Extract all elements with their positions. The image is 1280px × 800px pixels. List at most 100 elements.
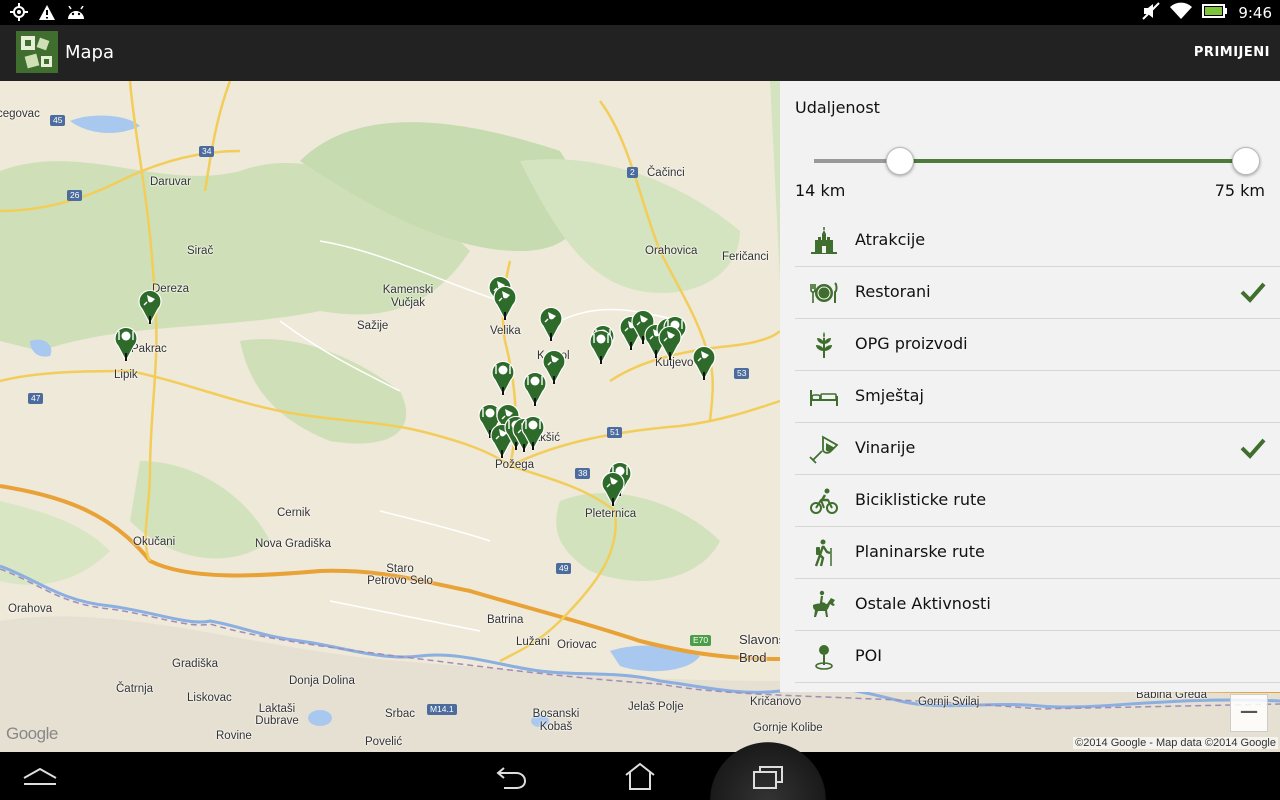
winery-map-marker[interactable]	[137, 287, 163, 325]
category-restorani[interactable]: Restorani	[795, 267, 1280, 319]
place-label: Požega	[495, 459, 535, 471]
category-label: Ostale Aktivnosti	[855, 594, 991, 613]
place-label: Povelić	[365, 736, 403, 748]
category-ostale-aktivnosti[interactable]: Ostale Aktivnosti	[795, 579, 1280, 631]
page-title: Mapa	[65, 42, 115, 63]
place-name: Bosanski Kobaš	[532, 708, 580, 733]
restaurant-map-marker[interactable]	[490, 358, 516, 396]
apply-button[interactable]: PRIMIJENI	[1194, 44, 1270, 62]
road-shield: 38	[575, 468, 591, 479]
slider-max-thumb[interactable]	[1232, 147, 1260, 175]
place-label: Lipik	[114, 369, 138, 381]
place-label: Orahovica	[645, 245, 698, 257]
road-shield: 51	[607, 427, 623, 438]
place-label: Bosanski Kobaš	[530, 708, 582, 734]
restaurant-map-marker[interactable]	[113, 324, 139, 362]
winery-map-marker[interactable]	[657, 323, 683, 361]
place-label: Kamenski Vučjak	[382, 284, 434, 310]
plate-cutlery-icon	[809, 278, 839, 308]
place-label: Orahova	[8, 603, 53, 615]
place-label: Feričanci	[722, 251, 769, 263]
place-label: Gradiška	[172, 658, 219, 670]
action-bar: Mapa PRIMIJENI	[0, 25, 1280, 81]
max-distance-value: 75 km	[1214, 181, 1265, 200]
place-label: Lužani	[516, 636, 550, 648]
place-label: Gornji Svilaj	[918, 696, 980, 708]
gps-icon	[10, 3, 28, 25]
place-label: cegovac	[0, 108, 40, 120]
category-label: POI	[855, 646, 882, 665]
place-label: Nova Gradiška	[255, 538, 332, 550]
place-label: Rovine	[216, 730, 252, 742]
place-label: Pleternica	[585, 508, 637, 520]
place-label: Čačinci	[647, 167, 685, 179]
castle-icon	[809, 226, 839, 256]
distance-range-slider[interactable]	[814, 147, 1260, 177]
category-poi[interactable]: POI	[795, 631, 1280, 683]
google-logo: Google	[6, 724, 58, 743]
category-label: Vinarije	[855, 438, 916, 457]
home-icon[interactable]	[624, 762, 656, 794]
road-shield: E70	[690, 635, 712, 646]
place-label: Sažije	[357, 320, 389, 332]
category-biciklisticke-rute[interactable]: Biciklisticke rute	[795, 475, 1280, 527]
checkmark-icon	[1240, 436, 1266, 460]
status-bar: 9:46	[0, 0, 1280, 25]
road-shield: 45	[50, 115, 66, 126]
place-label: Čatrnja	[116, 683, 154, 695]
place-label: Srbac	[385, 708, 416, 720]
place-label: Velika	[490, 325, 521, 337]
category-label: Smještaj	[855, 386, 924, 405]
plant-icon	[809, 330, 839, 360]
place-label: Liskovac	[187, 692, 232, 704]
winery-map-marker[interactable]	[600, 469, 626, 507]
place-label: Oriovac	[557, 639, 597, 651]
category-atrakcije[interactable]: Atrakcije	[795, 215, 1280, 267]
road-shield: 47	[28, 393, 44, 404]
distance-label: Udaljenost	[795, 98, 880, 117]
map-pin-icon	[809, 642, 839, 672]
place-label: Kričanovo	[750, 696, 802, 708]
slider-min-thumb[interactable]	[886, 147, 914, 175]
road-shield: M14.1	[427, 704, 457, 715]
category-label: Restorani	[855, 282, 931, 301]
category-label: Biciklisticke rute	[855, 490, 987, 509]
category-planinarske-rute[interactable]: Planinarske rute	[795, 527, 1280, 579]
category-smjestaj[interactable]: Smještaj	[795, 371, 1280, 423]
filter-panel: Udaljenost 14 km 75 km Atrakcije Restora…	[780, 81, 1280, 692]
category-opg-proizvodi[interactable]: OPG proizvodi	[795, 319, 1280, 371]
winery-map-marker[interactable]	[492, 283, 518, 321]
place-name: Staro Petrovo Selo	[367, 563, 433, 587]
bed-icon	[809, 382, 839, 412]
slider-track-active	[899, 159, 1245, 163]
mute-icon	[1142, 2, 1161, 24]
min-distance-value: 14 km	[795, 181, 846, 200]
menu-up-icon[interactable]	[22, 766, 58, 790]
place-label: Cernik	[277, 507, 311, 519]
clock-time: 9:46	[1238, 3, 1272, 22]
warning-icon	[38, 4, 56, 25]
place-name: Laktaši Dubrave	[255, 703, 299, 727]
place-name: Slavonski Brod	[739, 632, 795, 665]
battery-icon	[1202, 3, 1228, 23]
category-label: OPG proizvodi	[855, 334, 968, 353]
place-label: Staro Petrovo Selo	[365, 563, 435, 587]
restaurant-map-marker[interactable]	[522, 369, 548, 407]
winery-map-marker[interactable]	[538, 304, 564, 342]
place-label: Laktaši Dubrave	[254, 703, 300, 727]
place-label: Sirač	[187, 245, 214, 257]
checkmark-icon	[1240, 280, 1266, 304]
restaurant-map-marker[interactable]	[520, 413, 546, 451]
zoom-out-button[interactable]: −	[1230, 694, 1268, 732]
back-icon[interactable]	[496, 764, 528, 794]
winery-map-marker[interactable]	[691, 343, 717, 381]
hiker-icon	[809, 538, 839, 568]
wifi-icon	[1170, 2, 1193, 24]
place-label: Donja Dolina	[289, 675, 355, 687]
bicycle-icon	[809, 486, 839, 516]
app-logo-icon[interactable]	[16, 31, 58, 73]
category-list: Atrakcije Restorani OPG proizvodi Smješt…	[795, 215, 1280, 683]
restaurant-map-marker[interactable]	[588, 327, 614, 365]
wine-glass-icon	[809, 434, 839, 464]
category-vinarije[interactable]: Vinarije	[795, 423, 1280, 475]
